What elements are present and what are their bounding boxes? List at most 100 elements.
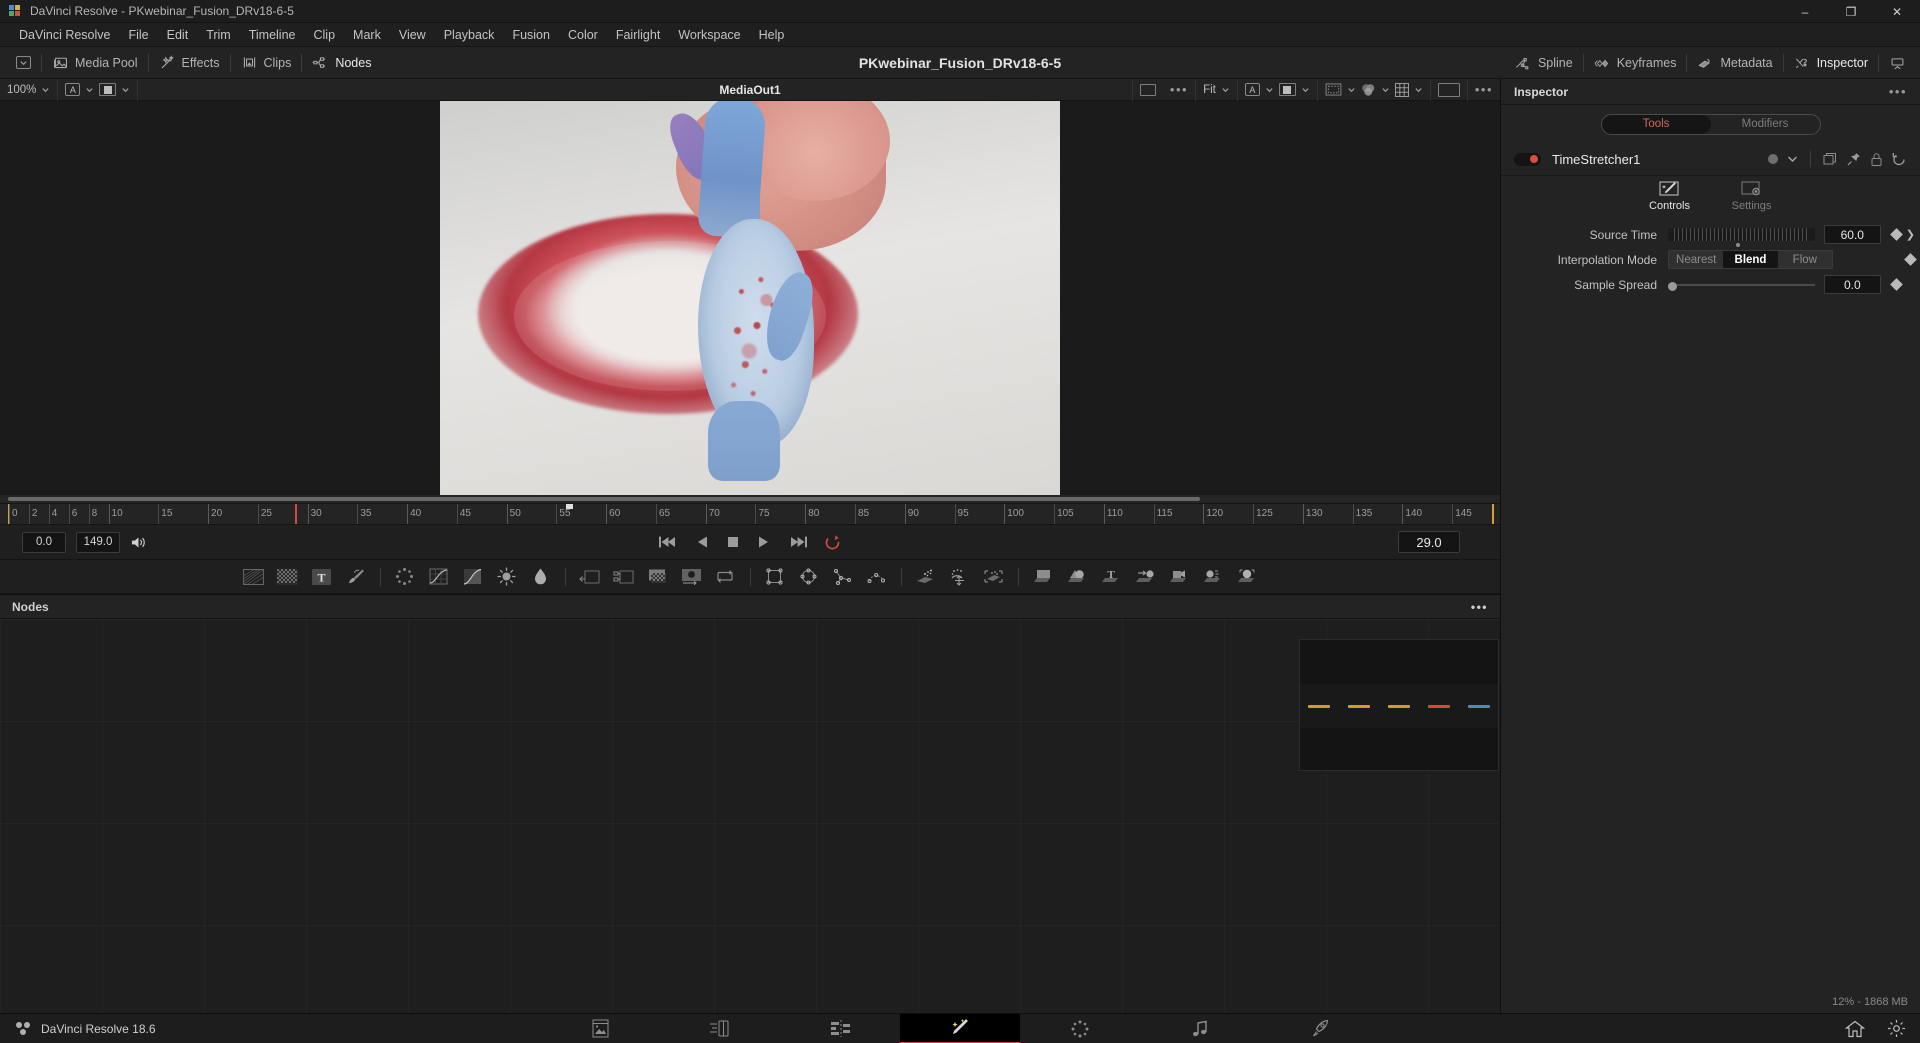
current-frame-field[interactable]: 29.0 — [1398, 531, 1460, 553]
speaker-icon[interactable] — [130, 535, 147, 550]
cut-page-button[interactable] — [660, 1014, 780, 1043]
metadata-button[interactable]: Metadata — [1687, 47, 1782, 79]
renderer-3d-button[interactable] — [1230, 560, 1264, 594]
keyframes-button[interactable]: Keyframes — [1584, 47, 1687, 79]
paint-tool-button[interactable] — [339, 560, 373, 594]
viewer-frame-button[interactable] — [1131, 78, 1163, 101]
particle-emitter-button[interactable] — [909, 560, 943, 594]
maximize-button[interactable]: ❐ — [1828, 0, 1874, 23]
menu-item-view[interactable]: View — [390, 23, 435, 47]
option-flow[interactable]: Flow — [1777, 251, 1832, 268]
close-button[interactable]: ✕ — [1874, 0, 1920, 23]
chevron-down-icon[interactable] — [85, 85, 94, 94]
menu-item-trim[interactable]: Trim — [197, 23, 240, 47]
out-point-field[interactable]: 149.0 — [76, 531, 120, 553]
camera-3d-button[interactable] — [1162, 560, 1196, 594]
chevron-down-icon[interactable] — [1414, 85, 1423, 94]
color-curves-tool-button[interactable] — [456, 560, 490, 594]
chevron-right-icon[interactable]: ❯ — [1906, 228, 1915, 241]
menu-item-clip[interactable]: Clip — [305, 23, 345, 47]
bspline-mask-button[interactable] — [860, 560, 894, 594]
viewer-fit-control[interactable]: Fit — [1196, 78, 1238, 101]
checkerboard-tool-button[interactable] — [271, 560, 305, 594]
clips-button[interactable]: Clips — [231, 47, 302, 79]
more-options-icon[interactable]: ••• — [1471, 601, 1488, 613]
dissolve-tool-button[interactable] — [607, 560, 641, 594]
pin-icon[interactable] — [1847, 152, 1861, 166]
source-time-slider[interactable] — [1668, 228, 1815, 241]
tab-modifiers[interactable]: Modifiers — [1711, 115, 1820, 134]
effects-button[interactable]: Effects — [149, 47, 230, 79]
color-page-button[interactable] — [1020, 1014, 1140, 1043]
node-graph-canvas[interactable]: tmr cava — [0, 619, 1500, 1013]
fusion-page-button[interactable] — [900, 1013, 1020, 1043]
particle-render-button[interactable] — [977, 560, 1011, 594]
viewer-roi-control[interactable] — [1318, 78, 1431, 101]
chevron-down-icon[interactable] — [121, 85, 130, 94]
loop-icon[interactable] — [824, 534, 842, 551]
background-tool-button[interactable] — [237, 560, 271, 594]
shape-3d-button[interactable] — [1060, 560, 1094, 594]
viewer-zoom-control[interactable]: 100% — [0, 78, 59, 101]
subtab-controls[interactable]: Controls — [1639, 180, 1701, 212]
menu-item-color[interactable]: Color — [559, 23, 607, 47]
range-end-marker[interactable] — [1492, 504, 1494, 524]
viewer-more-button[interactable]: ••• — [1163, 78, 1197, 101]
sample-spread-slider[interactable] — [1668, 278, 1815, 291]
more-options-icon[interactable]: ••• — [1889, 85, 1907, 98]
viewer-canvas[interactable] — [0, 101, 1500, 495]
color-dot-icon[interactable] — [1768, 154, 1778, 164]
keyer-tool-button[interactable] — [675, 560, 709, 594]
text-tool-button[interactable]: T — [305, 560, 339, 594]
stop-icon[interactable] — [726, 535, 740, 549]
edit-page-button[interactable] — [780, 1014, 900, 1043]
chevron-down-icon[interactable] — [1301, 85, 1310, 94]
menu-item-davinci-resolve[interactable]: DaVinci Resolve — [10, 23, 119, 47]
menu-item-playback[interactable]: Playback — [435, 23, 504, 47]
menu-item-edit[interactable]: Edit — [158, 23, 198, 47]
copy-icon[interactable] — [1823, 152, 1838, 166]
minimize-button[interactable]: – — [1782, 0, 1828, 23]
skip-forward-icon[interactable] — [787, 535, 807, 549]
media-page-button[interactable] — [540, 1014, 660, 1043]
time-ruler[interactable]: 0 2 4 6 8 10 15 20 25 30 35 40 45 50 55 60 65 70 75 80 85 90 9… — [0, 503, 1500, 525]
merge-tool-button[interactable] — [573, 560, 607, 594]
subtab-settings[interactable]: Settings — [1721, 180, 1783, 212]
viewer-channel-control-2[interactable]: A — [1238, 78, 1318, 101]
brightness-contrast-tool-button[interactable] — [490, 560, 524, 594]
color-corrector-tool-button[interactable] — [422, 560, 456, 594]
play-icon[interactable] — [757, 535, 770, 549]
chevron-down-icon[interactable] — [1347, 85, 1356, 94]
menu-item-fusion[interactable]: Fusion — [503, 23, 559, 47]
viewer-single-button[interactable] — [1431, 78, 1468, 101]
matte-control-tool-button[interactable] — [641, 560, 675, 594]
option-nearest[interactable]: Nearest — [1669, 251, 1724, 268]
hue-saturation-tool-button[interactable] — [524, 560, 558, 594]
project-manager-icon[interactable] — [1845, 1020, 1865, 1038]
playhead[interactable] — [295, 504, 297, 524]
keyframe-diamond-icon[interactable] — [1889, 278, 1903, 291]
media-pool-button[interactable]: Media Pool — [42, 47, 148, 79]
toolbar-collapse-button[interactable] — [6, 47, 41, 79]
fairlight-page-button[interactable] — [1140, 1014, 1260, 1043]
project-settings-icon[interactable] — [1887, 1019, 1906, 1038]
viewer-more-button-2[interactable]: ••• — [1468, 79, 1500, 101]
option-blend[interactable]: Blend — [1723, 251, 1778, 268]
chevron-down-icon[interactable] — [1787, 155, 1798, 163]
image-plane-3d-button[interactable] — [1026, 560, 1060, 594]
nodes-button[interactable]: Nodes — [302, 47, 381, 79]
particle-spawn-button[interactable] — [943, 560, 977, 594]
menu-item-mark[interactable]: Mark — [344, 23, 390, 47]
slider-knob[interactable] — [1668, 281, 1677, 291]
rectangle-mask-button[interactable] — [758, 560, 792, 594]
blur-tool-button[interactable] — [388, 560, 422, 594]
menu-item-timeline[interactable]: Timeline — [240, 23, 305, 47]
chevron-down-icon[interactable] — [1381, 85, 1390, 94]
panel-toggle-button[interactable] — [1879, 47, 1916, 79]
sample-spread-value[interactable]: 0.0 — [1823, 275, 1881, 294]
node-enable-toggle[interactable] — [1514, 152, 1541, 166]
keyframe-diamond-icon[interactable] — [1904, 253, 1917, 266]
reset-icon[interactable] — [1892, 152, 1907, 167]
transform-tool-button[interactable] — [709, 560, 743, 594]
viewer-horizontal-scrollbar[interactable] — [0, 495, 1500, 503]
